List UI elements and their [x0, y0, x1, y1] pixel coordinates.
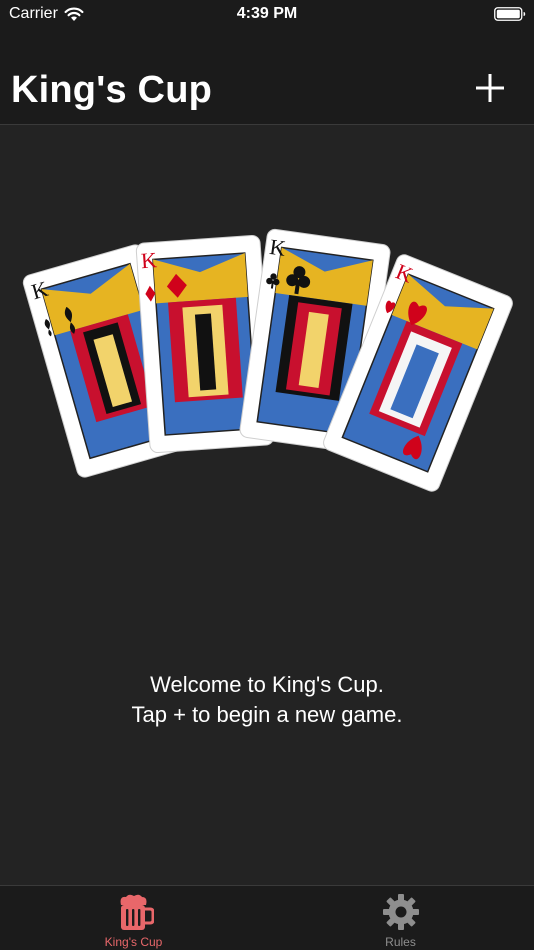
tab-kings-cup[interactable]: King's Cup	[0, 886, 267, 950]
welcome-line-2: Tap + to begin a new game.	[131, 702, 403, 727]
king-cards-illustration: K K K K	[22, 228, 513, 492]
tab-rules-label: Rules	[385, 935, 416, 949]
main-content: K K K K Welcome to King's Cup. Tap + to …	[0, 125, 534, 885]
welcome-line-1: Welcome to King's Cup.	[150, 672, 384, 697]
svg-text:K: K	[140, 247, 158, 273]
gear-icon	[382, 894, 419, 930]
status-time: 4:39 PM	[236, 5, 298, 22]
add-game-button[interactable]	[472, 70, 508, 106]
tab-kings-cup-label: King's Cup	[104, 935, 163, 949]
plus-icon	[476, 74, 504, 102]
battery-icon	[494, 7, 526, 21]
welcome-message: Welcome to King's Cup. Tap + to begin a …	[0, 670, 534, 730]
status-bar: Carrier 4:39 PM	[0, 0, 534, 40]
tab-bar: King's Cup Rules	[0, 885, 534, 950]
beer-mug-icon	[120, 894, 154, 930]
tab-rules[interactable]: Rules	[267, 886, 534, 950]
page-title: King's Cup	[11, 69, 213, 111]
navigation-bar: King's Cup	[0, 40, 534, 125]
